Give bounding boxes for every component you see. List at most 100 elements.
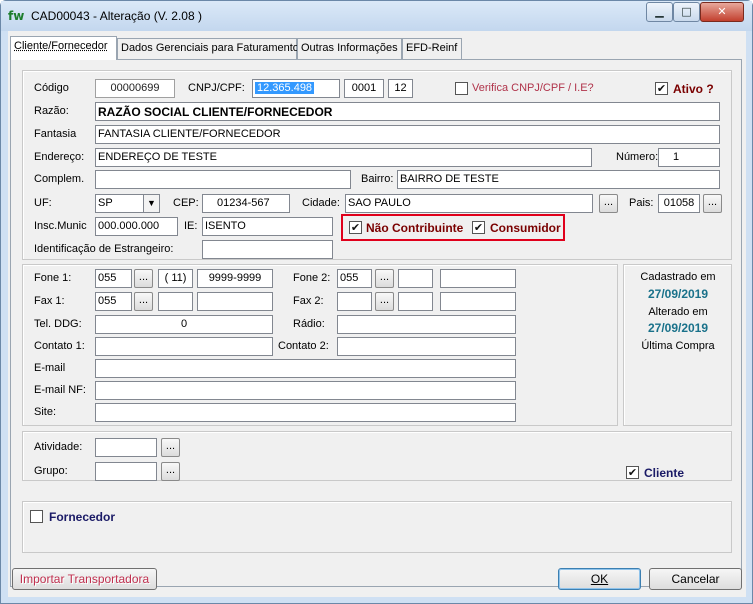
contato1-field[interactable] xyxy=(95,337,273,356)
tab-efd-reinf[interactable]: EFD-Reinf xyxy=(402,38,462,59)
contact-group: Fone 1: 055 ... ( 11) 9999-9999 Fone 2: … xyxy=(22,264,618,426)
radio-field[interactable] xyxy=(337,315,516,334)
bairro-label: Bairro: xyxy=(361,173,394,185)
fone2-label: Fone 2: xyxy=(293,272,331,284)
email-nf-label: E-mail NF: xyxy=(34,384,86,396)
pais-field[interactable]: 01058 xyxy=(658,194,700,213)
fax2-ddd-field[interactable] xyxy=(398,292,433,311)
fone2-lookup-button[interactable]: ... xyxy=(375,269,394,288)
cnpj-label: CNPJ/CPF: xyxy=(188,82,245,94)
bairro-field[interactable]: BAIRRO DE TESTE xyxy=(397,170,720,189)
atividade-field[interactable] xyxy=(95,438,157,457)
window-title: CAD00043 - Alteração (V. 2.08 ) xyxy=(31,9,202,23)
cep-field[interactable]: 01234-567 xyxy=(202,194,290,213)
cep-label: CEP: xyxy=(173,197,199,209)
ie-field[interactable]: ISENTO xyxy=(202,217,333,236)
tab-dados-gerenciais[interactable]: Dados Gerenciais para Faturamento xyxy=(117,38,299,59)
contato2-field[interactable] xyxy=(337,337,516,356)
insc-munic-field[interactable]: 000.000.000 xyxy=(95,217,178,236)
cnpj-branch-field[interactable]: 0001 xyxy=(344,79,384,98)
ok-button[interactable]: OK xyxy=(558,568,641,590)
atividade-label: Atividade: xyxy=(34,441,83,453)
codigo-field[interactable]: 00000699 xyxy=(95,79,175,98)
maximize-button[interactable]: □ xyxy=(673,2,700,22)
email-field[interactable] xyxy=(95,359,516,378)
ie-label: IE: xyxy=(184,220,198,232)
estrangeiro-field[interactable] xyxy=(202,240,333,259)
numero-field[interactable]: 1 xyxy=(658,148,720,167)
dates-group: Cadastrado em 27/09/2019 Alterado em 27/… xyxy=(623,264,732,426)
fax2-lookup-button[interactable]: ... xyxy=(375,292,394,311)
check-icon: ✔ xyxy=(473,221,484,234)
cnpj-digit-field[interactable]: 12 xyxy=(388,79,413,98)
consumidor-checkbox[interactable]: ✔ xyxy=(472,221,485,234)
fantasia-field[interactable]: FANTASIA CLIENTE/FORNECEDOR xyxy=(95,125,720,144)
cidade-lookup-button[interactable]: ... xyxy=(599,194,618,213)
uf-select[interactable]: SP ▼ xyxy=(95,194,160,213)
consumidor-label: Consumidor xyxy=(490,221,561,235)
fone2-number-field[interactable] xyxy=(440,269,516,288)
uf-value: SP xyxy=(98,197,113,209)
cidade-field[interactable]: SAO PAULO xyxy=(345,194,593,213)
nao-contribuinte-checkbox[interactable]: ✔ xyxy=(349,221,362,234)
fornecedor-label: Fornecedor xyxy=(49,510,116,524)
classification-group: Atividade: ... Grupo: ... ✔ Cliente xyxy=(22,431,732,481)
fornecedor-checkbox[interactable] xyxy=(30,510,43,523)
email-label: E-mail xyxy=(34,362,66,374)
importar-transportadora-button[interactable]: Importar Transportadora xyxy=(12,568,157,590)
cancel-button[interactable]: Cancelar xyxy=(649,568,742,590)
fax2-number-field[interactable] xyxy=(440,292,516,311)
fone1-ddd-field[interactable]: ( 11) xyxy=(158,269,193,288)
grupo-lookup-button[interactable]: ... xyxy=(161,462,180,481)
close-icon: ✕ xyxy=(717,5,727,18)
verifica-checkbox[interactable] xyxy=(455,82,468,95)
close-button[interactable]: ✕ xyxy=(700,2,744,22)
tab-cliente-fornecedor[interactable]: Cliente/Fornecedor xyxy=(10,36,117,60)
fax1-number-field[interactable] xyxy=(197,292,273,311)
atividade-lookup-button[interactable]: ... xyxy=(161,438,180,457)
pais-lookup-button[interactable]: ... xyxy=(703,194,722,213)
nao-contribuinte-label: Não Contribuinte xyxy=(366,221,464,235)
title-bar[interactable]: fw CAD00043 - Alteração (V. 2.08 ) ▁ □ ✕ xyxy=(1,1,752,31)
grupo-field[interactable] xyxy=(95,462,157,481)
insc-munic-label: Insc.Munic xyxy=(34,220,87,232)
cadastrado-date: 27/09/2019 xyxy=(647,287,709,301)
fax2-label: Fax 2: xyxy=(293,295,324,307)
cliente-label: Cliente xyxy=(644,466,685,480)
fax1-ddd-field[interactable] xyxy=(158,292,193,311)
fone1-lookup-button[interactable]: ... xyxy=(134,269,153,288)
cliente-checkbox[interactable]: ✔ xyxy=(626,466,639,479)
fone1-number-field[interactable]: 9999-9999 xyxy=(197,269,273,288)
razao-field[interactable]: RAZÃO SOCIAL CLIENTE/FORNECEDOR xyxy=(95,102,720,121)
grupo-label: Grupo: xyxy=(34,465,68,477)
complem-field[interactable] xyxy=(95,170,351,189)
ativo-checkbox[interactable]: ✔ xyxy=(655,82,668,95)
app-icon: fw xyxy=(8,9,25,23)
pais-label: Pais: xyxy=(629,197,654,209)
alterado-label: Alterado em xyxy=(648,306,708,318)
radio-label: Rádio: xyxy=(293,318,325,330)
endereco-label: Endereço: xyxy=(34,151,85,163)
email-nf-field[interactable] xyxy=(95,381,516,400)
fax1-ddi-field[interactable]: 055 xyxy=(95,292,132,311)
cidade-label: Cidade: xyxy=(302,197,340,209)
minimize-icon: ▁ xyxy=(655,5,664,18)
fone2-ddd-field[interactable] xyxy=(398,269,433,288)
tel-ddg-label: Tel. DDG: xyxy=(34,318,82,330)
contato1-label: Contato 1: xyxy=(34,340,85,352)
tel-ddg-field[interactable]: 0 xyxy=(95,315,273,334)
fone1-ddi-field[interactable]: 055 xyxy=(95,269,132,288)
tab-outras-informacoes[interactable]: Outras Informações xyxy=(297,38,402,59)
ultima-compra-label: Última Compra xyxy=(641,340,715,352)
endereco-field[interactable]: ENDEREÇO DE TESTE xyxy=(95,148,592,167)
fax2-ddi-field[interactable] xyxy=(337,292,372,311)
app-window: fw CAD00043 - Alteração (V. 2.08 ) ▁ □ ✕… xyxy=(0,0,753,604)
fax1-lookup-button[interactable]: ... xyxy=(134,292,153,311)
chevron-down-icon[interactable]: ▼ xyxy=(143,195,159,212)
cnpj-field[interactable]: 12.365.498 xyxy=(252,79,340,98)
minimize-button[interactable]: ▁ xyxy=(646,2,673,22)
fone2-ddi-field[interactable]: 055 xyxy=(337,269,372,288)
site-field[interactable] xyxy=(95,403,516,422)
maximize-icon: □ xyxy=(681,5,692,18)
fantasia-label: Fantasia xyxy=(34,128,77,140)
